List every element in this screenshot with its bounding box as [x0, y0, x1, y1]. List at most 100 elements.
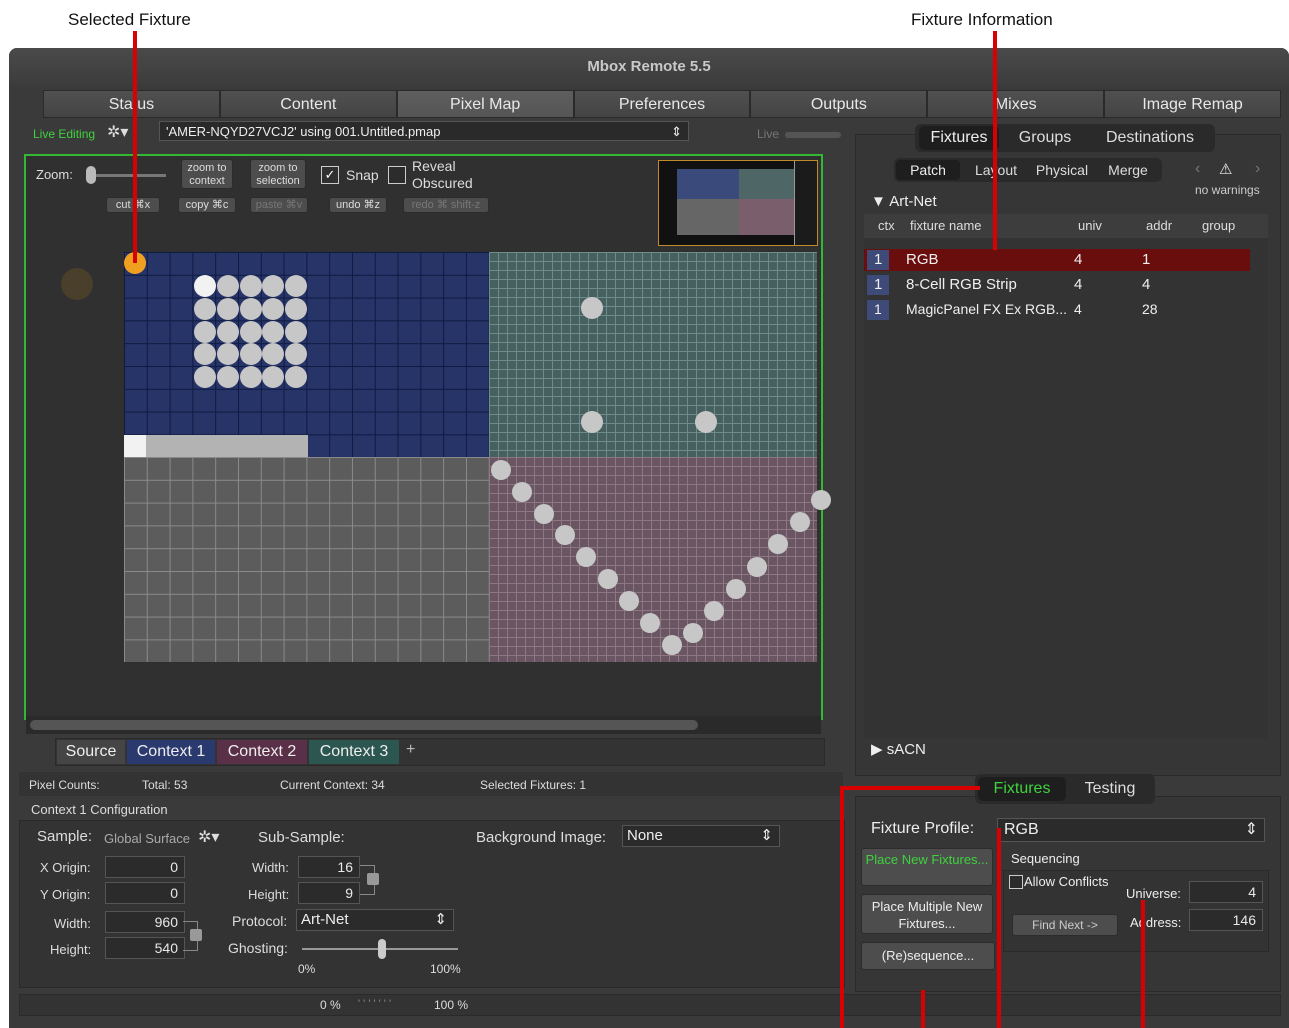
resequence-button[interactable]: (Re)sequence... [861, 942, 995, 970]
x-origin-field[interactable]: 0 [105, 856, 185, 878]
pixel-dot[interactable] [789, 512, 810, 533]
sample-gear-icon[interactable]: ✲▾ [198, 827, 219, 847]
sample-value[interactable]: Global Surface [104, 831, 190, 846]
warning-icon[interactable]: ⚠ [1219, 160, 1232, 178]
pixel-dot[interactable] [661, 634, 682, 655]
context-tab-2[interactable]: Context 2 [217, 740, 307, 764]
height-field[interactable]: 540 [105, 937, 185, 959]
gear-icon[interactable]: ✲▾ [107, 122, 128, 142]
pixel-dot[interactable] [216, 275, 239, 297]
zoom-slider-track[interactable] [88, 174, 166, 177]
pixel-dot[interactable] [619, 590, 639, 611]
pixel-dot[interactable] [194, 275, 216, 297]
map-scrollbar-track[interactable] [26, 716, 821, 734]
map-scrollbar-thumb[interactable] [30, 720, 698, 730]
tab-mixes[interactable]: Mixes [927, 90, 1105, 118]
zoom-to-context-button[interactable]: zoom to context [181, 159, 233, 189]
live-slider[interactable] [785, 132, 841, 138]
col-ctx[interactable]: ctx [878, 218, 895, 233]
context-tab-1[interactable]: Context 1 [127, 740, 215, 764]
tab-patch[interactable]: Patch [896, 160, 960, 180]
pixel-dot[interactable] [239, 366, 262, 389]
tab-physical[interactable]: Physical [1030, 160, 1094, 180]
tab-preferences[interactable]: Preferences [573, 90, 751, 118]
col-group[interactable]: group [1202, 218, 1235, 233]
tab-groups[interactable]: Groups [1005, 126, 1085, 150]
col-addr[interactable]: addr [1146, 218, 1172, 233]
pixel-dot[interactable] [640, 612, 661, 633]
redo-button[interactable]: redo ⌘ shift-z [403, 197, 489, 213]
lock-icon[interactable] [190, 929, 202, 941]
place-new-fixtures-button[interactable]: Place New Fixtures... [861, 848, 993, 886]
pixel-dot[interactable] [285, 320, 308, 343]
y-origin-field[interactable]: 0 [105, 882, 185, 904]
ghosting-slider-handle[interactable] [378, 939, 386, 959]
pixel-dot[interactable] [581, 411, 603, 433]
tab-merge[interactable]: Merge [1096, 160, 1160, 180]
protocol-select[interactable]: Art-Net ⇕ [296, 909, 454, 931]
sub-lock-icon[interactable] [367, 873, 379, 885]
undo-button[interactable]: undo ⌘z [329, 197, 387, 213]
rgb-strip-fixture[interactable] [124, 435, 308, 457]
pixel-dot[interactable] [491, 460, 511, 480]
context-tab-3[interactable]: Context 3 [309, 740, 399, 764]
table-row[interactable]: 1 8-Cell RGB Strip 4 4 [864, 274, 1250, 296]
pixel-map-canvas[interactable]: Zoom: zoom to context zoom to selection … [24, 154, 831, 734]
snap-checkbox[interactable]: ✓ [321, 166, 339, 184]
pixel-dot[interactable] [216, 366, 239, 389]
pixel-dot[interactable] [695, 411, 717, 433]
tab-fixtures-tools[interactable]: Fixtures [978, 777, 1066, 801]
pixel-dot[interactable] [262, 320, 285, 343]
pixel-dot[interactable] [747, 556, 767, 577]
table-row[interactable]: 1 MagicPanel FX Ex RGB... 4 28 [864, 299, 1250, 321]
pixel-dot[interactable] [239, 297, 262, 320]
paste-button[interactable]: paste ⌘v [250, 197, 308, 213]
pixel-dot[interactable] [194, 297, 216, 320]
tab-testing[interactable]: Testing [1069, 777, 1151, 801]
copy-button[interactable]: copy ⌘c [178, 197, 236, 213]
pixel-dot[interactable] [597, 569, 618, 590]
pixel-dot[interactable] [239, 320, 262, 343]
reveal-checkbox[interactable] [388, 166, 406, 184]
tab-fixtures[interactable]: Fixtures [919, 126, 999, 150]
fixture-profile-select[interactable]: RGB ⇕ [997, 818, 1265, 842]
navigator-thumbnail[interactable] [658, 160, 818, 246]
address-field[interactable]: 146 [1189, 909, 1263, 931]
add-context-icon[interactable]: + [406, 741, 415, 759]
pixel-dot[interactable] [285, 297, 308, 320]
pixel-dot[interactable] [194, 320, 216, 343]
pixel-dot[interactable] [216, 320, 239, 343]
universe-field[interactable]: 4 [1189, 881, 1263, 903]
col-fixture-name[interactable]: fixture name [910, 218, 982, 233]
sub-height-field[interactable]: 9 [298, 882, 360, 904]
zoom-slider-handle[interactable] [86, 166, 96, 184]
context-3-block[interactable] [489, 252, 817, 457]
tab-content[interactable]: Content [219, 90, 397, 118]
next-warning-icon[interactable]: › [1255, 160, 1260, 178]
art-net-group[interactable]: ▼ Art-Net [871, 193, 937, 210]
file-select[interactable]: 'AMER-NQYD27VCJ2' using 001.Untitled.pma… [159, 121, 689, 141]
pixel-dot[interactable] [581, 297, 603, 319]
tab-destinations[interactable]: Destinations [1095, 126, 1205, 150]
bg-image-select[interactable]: None ⇕ [622, 825, 780, 847]
tab-pixel-map[interactable]: Pixel Map [396, 90, 574, 118]
pixel-dot[interactable] [725, 578, 746, 599]
source-block[interactable] [124, 457, 489, 662]
pixel-dot[interactable] [239, 343, 262, 366]
tab-image-remap[interactable]: Image Remap [1104, 90, 1282, 118]
tab-status[interactable]: Status [43, 90, 220, 118]
place-multiple-fixtures-button[interactable]: Place Multiple New Fixtures... [861, 894, 993, 934]
table-row[interactable]: 1 RGB 4 1 [864, 249, 1250, 271]
pixel-dot[interactable] [216, 297, 239, 320]
pixel-dot[interactable] [239, 275, 262, 297]
width-field[interactable]: 960 [105, 911, 185, 933]
sub-width-field[interactable]: 16 [298, 856, 360, 878]
context-tab-source[interactable]: Source [57, 740, 125, 764]
prev-warning-icon[interactable]: ‹ [1195, 160, 1200, 178]
pixel-dot[interactable] [533, 503, 554, 524]
allow-conflicts-checkbox[interactable] [1009, 875, 1023, 889]
find-next-button[interactable]: Find Next -> [1012, 914, 1118, 936]
sacn-group[interactable]: ▶ sACN [871, 740, 926, 758]
col-univ[interactable]: univ [1078, 218, 1102, 233]
tab-outputs[interactable]: Outputs [750, 90, 928, 118]
